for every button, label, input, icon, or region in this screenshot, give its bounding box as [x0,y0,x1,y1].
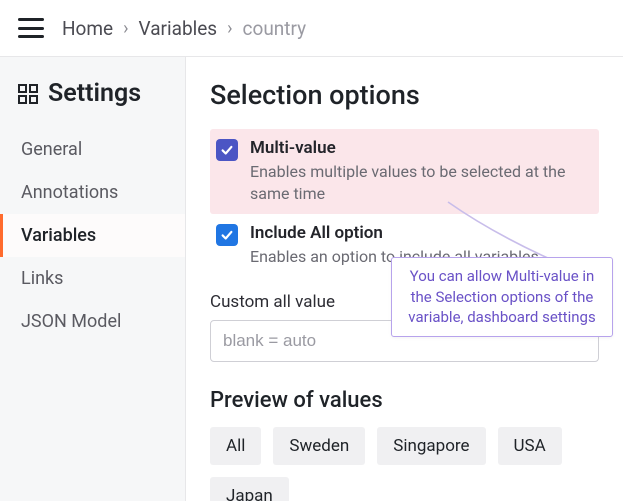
sidebar-item-links[interactable]: Links [0,257,185,300]
checkbox-multi-value[interactable] [216,139,238,161]
option-include-all-label: Include All option [250,222,539,244]
sidebar-title-label: Settings [48,79,141,108]
preview-chip: USA [498,427,562,465]
annotation-tooltip: You can allow Multi-value in the Selecti… [391,257,613,337]
grid-icon [18,84,38,104]
sidebar-item-annotations[interactable]: Annotations [0,171,185,214]
breadcrumb-home[interactable]: Home [62,17,113,40]
option-multi-value[interactable]: Multi-value Enables multiple values to b… [210,129,599,214]
option-multi-value-desc: Enables multiple values to be selected a… [250,161,591,204]
preview-chip: Japan [210,477,289,501]
sidebar-item-variables[interactable]: Variables [0,214,185,257]
preview-chip: All [210,427,261,465]
checkbox-include-all[interactable] [216,224,238,246]
section-title: Selection options [210,79,599,111]
option-multi-value-label: Multi-value [250,137,591,159]
check-icon [220,143,234,157]
menu-icon[interactable] [18,18,44,38]
breadcrumb-variables[interactable]: Variables [139,17,218,40]
sidebar: Settings General Annotations Variables L… [0,57,186,501]
breadcrumb-country: country [243,17,307,40]
preview-title: Preview of values [210,388,599,413]
check-icon [220,228,234,242]
sidebar-item-json-model[interactable]: JSON Model [0,300,185,343]
preview-values: All Sweden Singapore USA Japan [210,427,599,501]
chevron-right-icon: › [227,18,232,39]
sidebar-title: Settings [0,79,185,128]
preview-chip: Singapore [377,427,485,465]
sidebar-item-general[interactable]: General [0,128,185,171]
breadcrumb: Home › Variables › country [62,17,306,40]
chevron-right-icon: › [123,18,128,39]
preview-chip: Sweden [273,427,365,465]
